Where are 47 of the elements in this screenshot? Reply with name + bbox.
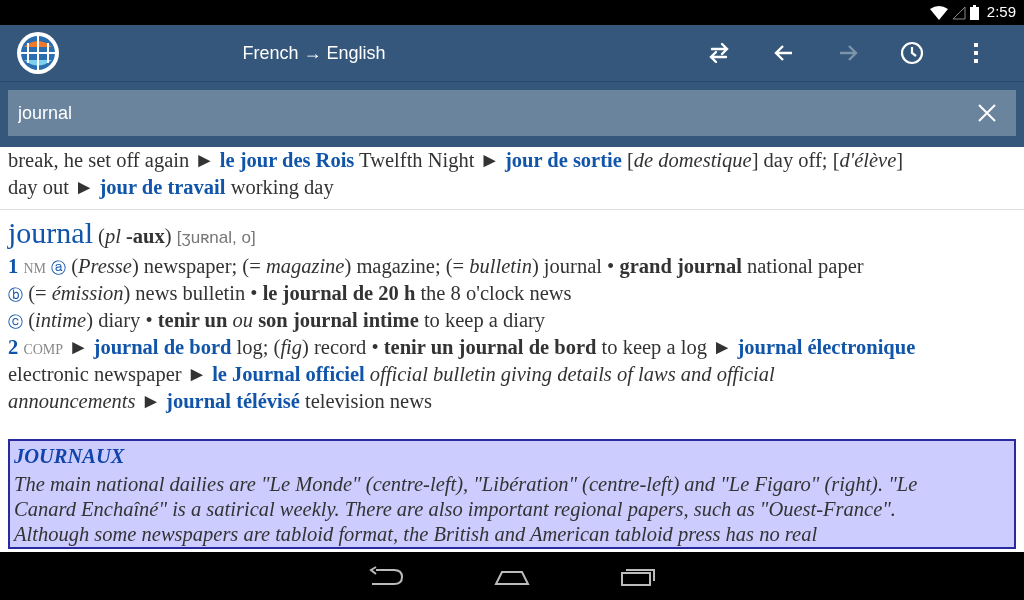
note-text: Although some newspapers are tabloid format, the British and American tabloid press has no real [14,521,819,547]
grammar-label: NM [23,261,46,276]
cross-reference-link[interactable]: jour de sortie [504,149,622,171]
clock-time: 2:59 [986,2,1016,23]
back-nav-icon[interactable] [368,566,404,586]
globe-logo-icon[interactable] [16,31,60,75]
entry-text: official bulletin giving details of laws and official [369,363,775,385]
recents-nav-icon[interactable] [620,566,656,586]
sense-marker: ⓐ [51,260,67,276]
cross-reference-link[interactable]: le jour des Rois [219,149,355,171]
wifi-icon [929,5,948,20]
signal-icon [951,5,966,20]
entry-text: log; (fig) record • tenir un journal de bord to keep a log ► [236,336,733,358]
cross-reference-link[interactable]: journal électronique [737,336,916,358]
entry-text: Twelfth Night ► [359,149,500,171]
entry-text: announcements [8,390,136,412]
note-text: Canard Enchaîné" is a satirical weekly. There are also important regional papers, such as "Ouest-France". [14,496,897,522]
cross-reference-link[interactable]: le Journal officiel [212,363,365,385]
entry-text: break, he set off again ► [8,149,215,171]
entry-text: (= émission) news bulletin • le journal de 20 h the 8 o'clock news [28,282,572,304]
entry-text: ► [68,336,89,358]
sense-number: 1 [8,255,19,277]
search-field[interactable]: journal [8,90,1016,136]
entry-text: day out ► [8,176,95,198]
language-pair-title[interactable]: French → English [242,39,386,67]
grammar-label: COMP [23,342,64,357]
sense-marker: ⓒ [8,314,23,330]
entry-text: [de domestique] day off; [d'élève] [626,149,904,171]
entry-text: working day [230,176,334,198]
grammar-note: (pl -aux) [98,225,172,247]
note-title: JOURNAUX [14,444,126,469]
phonetic-text: [ʒuʀnal, o] [176,228,256,247]
entry-text: ► [140,390,161,412]
entry-text: (intime) diary • tenir un ou son journal intime to keep a diary [28,309,546,331]
entry-text: (Presse) newspaper; (= magazine) magazine; (= bulletin) journal • grand journal national paper [71,255,864,277]
battery-icon [969,5,979,20]
cross-reference-link[interactable]: jour de travail [99,176,226,198]
entry-text: electronic newspaper ► [8,363,207,385]
clock-icon[interactable] [899,40,925,66]
entry-text: television news [305,390,432,412]
sense-number: 2 [8,336,19,358]
sense-marker: ⓑ [8,287,23,303]
cross-reference-link[interactable]: journal télévisé [166,390,300,412]
cross-reference-link[interactable]: journal de bord [93,336,232,358]
close-icon[interactable] [978,104,996,122]
headword: journal [8,216,93,249]
note-text: The main national dailies are "Le Monde" (centre-left), "Libération" (centre-left) and "Le Figaro" (right). "Le [14,471,919,497]
